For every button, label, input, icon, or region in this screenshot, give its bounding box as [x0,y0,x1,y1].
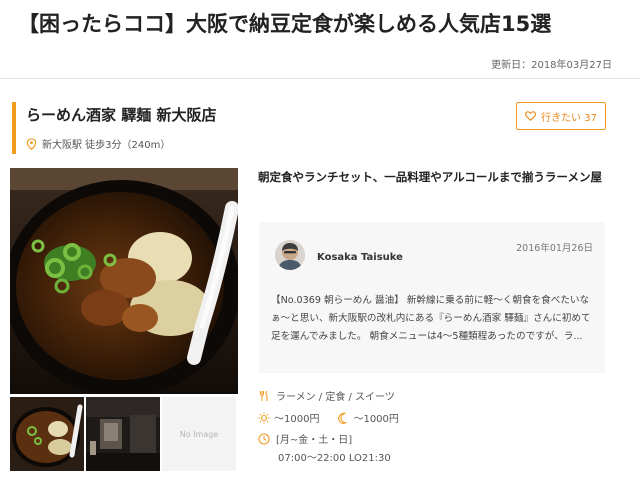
dinner-price-text: ～1000円 [353,414,399,425]
reviewer-avatar[interactable] [275,240,305,270]
lunch-price: ～1000円 [258,410,319,425]
review-text: 【No.0369 朝らーめん 醤油】 新幹線に乗る前に軽〜く朝食を食べたいなぁ〜… [271,295,591,342]
divider [0,78,640,79]
no-image-label: No Image [179,429,219,439]
photo-thumbnails: No Image [10,397,238,471]
want-to-go-label: 行きたい 37 [541,112,597,124]
clock-icon [258,432,270,445]
thumbnail-interior-illustration [86,397,160,471]
page-title: 【困ったらココ】大阪で納豆定食が楽しめる人気店15選 [18,12,552,36]
business-days: [月~金・土・日] [276,435,353,446]
shop-catchcopy: 朝定食やランチセット、一品料理やアルコールまで揃うラーメン屋 [258,170,602,184]
access-text: 新大阪駅 徒歩3分（240m） [42,140,171,151]
thumbnail-ramen[interactable] [10,397,84,471]
update-date: 更新日：2018年03月27日 [491,60,612,71]
main-photo-ramen[interactable] [10,168,238,394]
reviewer-name[interactable]: Kosaka Taisuke [317,252,403,263]
shop-access: 新大阪駅 徒歩3分（240m） [26,136,170,151]
thumbnail-ramen-illustration [10,397,84,471]
price-row: ～1000円 ～1000円 [258,410,411,425]
thumbnail-no-image[interactable]: No Image [162,397,236,471]
fork-knife-icon [260,390,268,401]
shop-accent-bar [12,102,16,154]
avatar-illustration [275,240,305,270]
genre-row: ラーメン / 定食 / スイーツ [258,388,395,403]
shop-name-link[interactable]: らーめん酒家 驛麺 新大阪店 [26,104,216,125]
lunch-price-text: ～1000円 [274,414,320,425]
hours-row: [月~金・土・日] [258,431,352,446]
moon-icon [338,412,348,424]
review-card[interactable]: Kosaka Taisuke 2016年01月26日 【No.0369 朝らーめ… [259,222,605,373]
heart-icon [525,111,537,121]
genre-text: ラーメン / 定食 / スイーツ [276,392,395,403]
thumbnail-interior[interactable] [86,397,160,471]
sun-icon [258,412,270,423]
want-to-go-button[interactable]: 行きたい 37 [516,102,606,130]
business-hours: 07:00～22:00 LO21:30 [278,453,391,464]
dinner-price: ～1000円 [337,410,399,425]
location-pin-icon [26,137,37,150]
review-date: 2016年01月26日 [516,243,593,254]
ramen-photo-illustration [10,168,238,394]
